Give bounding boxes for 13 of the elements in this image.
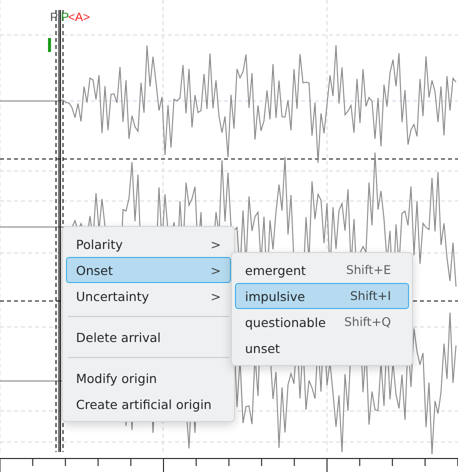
pick-label: P [50,10,58,24]
pick-tag: <A> [68,10,90,24]
menu-item[interactable]: Uncertainty > [66,283,231,309]
menu-item[interactable]: Create artificial origin [66,391,231,417]
menu-item[interactable]: Onset > [66,257,231,283]
pick-label: P [61,10,70,24]
menu-item[interactable]: Delete arrival [66,324,231,350]
menu-item[interactable]: emergent Shift+E [235,257,409,283]
menu-item[interactable]: Polarity > [66,231,231,257]
menu-item[interactable]: unset [235,335,409,361]
menu-item[interactable]: Modify origin [66,365,231,391]
menu-item[interactable]: questionable Shift+Q [235,309,409,335]
menu-item[interactable]: impulsive Shift+I [235,283,409,309]
